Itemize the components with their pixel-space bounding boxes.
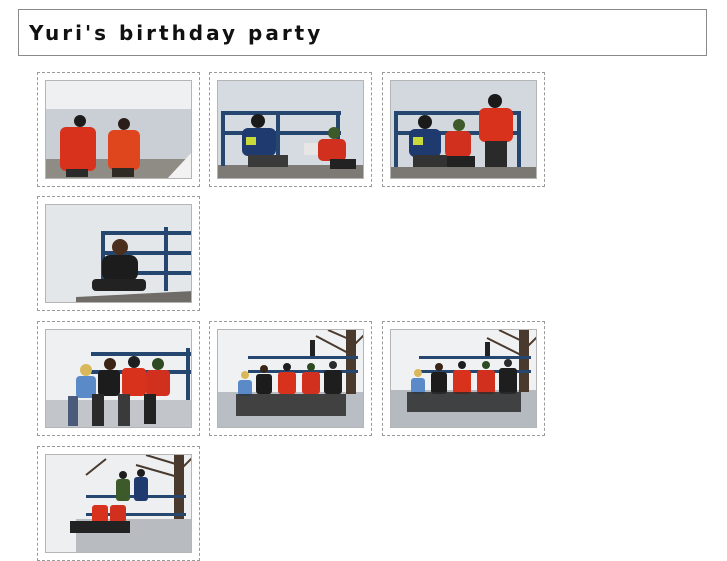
album-title: Yuri's birthday party	[29, 21, 324, 45]
photo-image-1	[45, 80, 192, 179]
photo-image-8	[45, 454, 192, 553]
photo-image-4	[45, 204, 192, 303]
photo-image-7	[390, 329, 537, 428]
photo-thumbnail-6[interactable]	[209, 321, 372, 436]
photo-thumbnail-3[interactable]	[382, 72, 545, 187]
photo-image-3	[390, 80, 537, 179]
photo-thumbnail-7[interactable]	[382, 321, 545, 436]
photo-thumbnail-8[interactable]	[37, 446, 200, 561]
photo-image-5	[45, 329, 192, 428]
photo-thumbnail-2[interactable]	[209, 72, 372, 187]
photo-thumbnail-1[interactable]	[37, 72, 200, 187]
photo-image-2	[217, 80, 364, 179]
photo-thumbnail-4[interactable]	[37, 196, 200, 311]
photo-thumbnail-5[interactable]	[37, 321, 200, 436]
photo-image-6	[217, 329, 364, 428]
album-title-box: Yuri's birthday party	[18, 9, 707, 56]
